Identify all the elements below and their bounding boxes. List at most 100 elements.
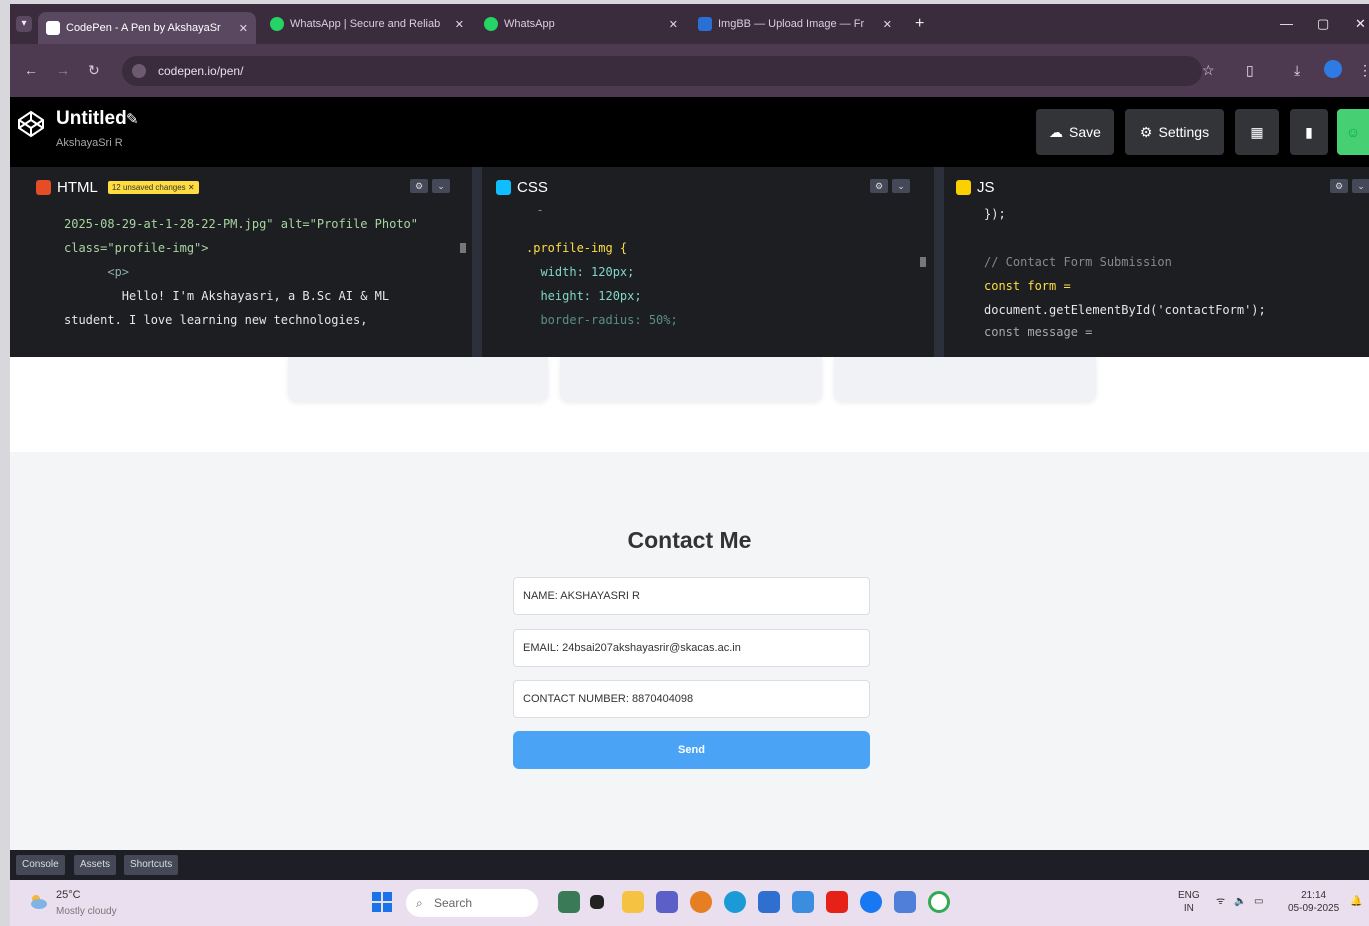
bookmark-button[interactable]: ▮ bbox=[1290, 109, 1328, 155]
pane-resizer[interactable] bbox=[934, 167, 944, 357]
store-app-icon[interactable] bbox=[758, 891, 780, 913]
close-window-button[interactable]: ✕ bbox=[1355, 16, 1366, 32]
input-language[interactable]: ENG IN bbox=[1178, 889, 1200, 915]
weather-condition[interactable]: Mostly cloudy bbox=[56, 906, 117, 917]
tab-codepen[interactable]: CodePen - A Pen by AkshayaSr ✕ bbox=[38, 12, 256, 44]
js-editor-controls: ⚙ ⌄ bbox=[1330, 179, 1369, 193]
tab-close-icon[interactable]: ✕ bbox=[455, 18, 464, 31]
name-field[interactable]: NAME: AKSHAYASRI R bbox=[513, 577, 870, 615]
code-line: border-radius: 50%; bbox=[526, 313, 678, 327]
codepen-footer: Console Assets Shortcuts bbox=[10, 850, 1369, 880]
profile-icon[interactable] bbox=[1324, 60, 1342, 78]
editor-settings-icon[interactable]: ⚙ bbox=[410, 179, 428, 193]
app-shortcut-icon[interactable] bbox=[894, 891, 916, 913]
send-button[interactable]: Send bbox=[513, 731, 870, 769]
copilot-app-icon[interactable] bbox=[690, 891, 712, 913]
save-label: Save bbox=[1069, 124, 1101, 140]
terminal-app-icon[interactable] bbox=[590, 895, 604, 909]
battery-icon[interactable]: ▭ bbox=[1254, 895, 1263, 908]
pen-title[interactable]: Untitled bbox=[56, 108, 127, 130]
site-info-icon[interactable] bbox=[132, 64, 146, 78]
volume-icon[interactable]: 🔈 bbox=[1234, 895, 1246, 908]
pen-author[interactable]: AkshayaSri R bbox=[56, 137, 123, 149]
scrollbar-thumb[interactable] bbox=[920, 257, 926, 267]
info-card bbox=[560, 357, 822, 401]
new-tab-button[interactable]: + bbox=[915, 16, 924, 32]
search-placeholder: Search bbox=[434, 896, 473, 910]
taskbar-search[interactable]: ⌕ Search bbox=[406, 889, 538, 917]
tab-whatsapp-web[interactable]: WhatsApp | Secure and Reliab ✕ bbox=[262, 10, 472, 38]
download-icon[interactable]: ⤓ bbox=[1294, 62, 1300, 79]
tab-title: CodePen - A Pen by AkshayaSr bbox=[66, 22, 221, 34]
settings-label: Settings bbox=[1158, 124, 1210, 140]
chevron-down-icon[interactable]: ⌄ bbox=[432, 179, 450, 193]
chevron-down-icon[interactable]: ⌄ bbox=[892, 179, 910, 193]
maximize-button[interactable]: ▢ bbox=[1317, 16, 1329, 32]
tab-close-icon[interactable]: ✕ bbox=[883, 18, 892, 31]
menu-icon[interactable]: ⋮ bbox=[1358, 62, 1369, 79]
editor-settings-icon[interactable]: ⚙ bbox=[1330, 179, 1348, 193]
notification-bell-icon[interactable]: 🔔 bbox=[1350, 895, 1362, 908]
back-arrow-icon[interactable]: ← bbox=[24, 62, 38, 78]
layout-button[interactable]: ▦ bbox=[1235, 109, 1279, 155]
tab-close-icon[interactable]: ✕ bbox=[239, 22, 248, 35]
contact-heading: Contact Me bbox=[627, 527, 752, 553]
minimize-button[interactable]: — bbox=[1280, 16, 1293, 31]
file-explorer-icon[interactable] bbox=[622, 891, 644, 913]
teams-app-icon[interactable] bbox=[656, 891, 678, 913]
code-line: height: 120px; bbox=[526, 289, 642, 303]
forward-arrow-icon[interactable]: → bbox=[56, 62, 70, 78]
photos-app-icon[interactable] bbox=[558, 891, 580, 913]
scrollbar-thumb[interactable] bbox=[460, 243, 466, 253]
js-editor[interactable]: JS ⚙ ⌄ }); // Contact Form Submission co… bbox=[944, 167, 1369, 357]
user-avatar[interactable]: ☺ bbox=[1337, 109, 1369, 155]
edit-pencil-icon[interactable]: ✎ bbox=[126, 110, 139, 128]
tab-close-icon[interactable]: ✕ bbox=[669, 18, 678, 31]
star-icon[interactable]: ☆ bbox=[1202, 62, 1215, 79]
html-editor[interactable]: HTML 12 unsaved changes ✕ ⚙ ⌄ 2025-08-29… bbox=[10, 167, 472, 357]
code-line: document.getElementById('contactForm'); bbox=[984, 303, 1266, 317]
html-label: HTML bbox=[57, 178, 98, 196]
info-card bbox=[288, 357, 548, 401]
windows-start-icon[interactable] bbox=[372, 892, 392, 912]
clock[interactable]: 21:14 05-09-2025 bbox=[1288, 889, 1339, 915]
reload-icon[interactable]: ↻ bbox=[88, 62, 100, 79]
editor-settings-icon[interactable]: ⚙ bbox=[870, 179, 888, 193]
tab-search-icon[interactable]: ▾ bbox=[16, 16, 32, 32]
weather-cloud-icon[interactable] bbox=[28, 892, 48, 910]
address-bar[interactable]: codepen.io/pen/ bbox=[122, 56, 1202, 86]
console-button[interactable]: Console bbox=[16, 855, 65, 875]
codepen-logo-icon[interactable] bbox=[16, 109, 46, 139]
tab-title: WhatsApp bbox=[504, 18, 555, 30]
tab-whatsapp[interactable]: WhatsApp ✕ bbox=[476, 10, 686, 38]
code-line: const message = bbox=[984, 325, 1093, 339]
html-editor-header: HTML 12 unsaved changes ✕ bbox=[10, 173, 199, 201]
code-line: const form = bbox=[984, 279, 1071, 293]
code-line: student. I love learning new technologie… bbox=[64, 313, 368, 327]
email-field[interactable]: EMAIL: 24bsai207akshayasrir@skacas.ac.in bbox=[513, 629, 870, 667]
css-editor-controls: ⚙ ⌄ bbox=[870, 179, 910, 193]
youtube-app-icon[interactable] bbox=[826, 891, 848, 913]
temperature[interactable]: 25°C bbox=[56, 889, 81, 901]
unsaved-changes-badge[interactable]: 12 unsaved changes ✕ bbox=[107, 180, 199, 194]
windows-taskbar: 25°C Mostly cloudy ⌕ Search ENG IN ᯤ 🔈 ▭ bbox=[10, 880, 1369, 926]
result-preview: Contact Me NAME: AKSHAYASRI R EMAIL: 24b… bbox=[10, 357, 1369, 850]
edge-browser-icon[interactable] bbox=[724, 891, 746, 913]
extensions-icon[interactable]: ▯ bbox=[1246, 62, 1254, 79]
facebook-app-icon[interactable] bbox=[860, 891, 882, 913]
pane-resizer[interactable] bbox=[472, 167, 482, 357]
phone-field[interactable]: CONTACT NUMBER: 8870404098 bbox=[513, 680, 870, 718]
cloud-icon: ☁ bbox=[1049, 123, 1064, 140]
vscode-app-icon[interactable] bbox=[792, 891, 814, 913]
save-button[interactable]: ☁ Save bbox=[1036, 109, 1114, 155]
chevron-down-icon[interactable]: ⌄ bbox=[1352, 179, 1369, 193]
settings-button[interactable]: ⚙ Settings bbox=[1125, 109, 1224, 155]
assets-button[interactable]: Assets bbox=[74, 855, 117, 875]
chrome-browser-icon[interactable] bbox=[928, 891, 950, 913]
tab-imgbb[interactable]: ImgBB — Upload Image — Fr ✕ bbox=[690, 10, 900, 38]
css-editor[interactable]: CSS ⚙ ⌄ - .profile-img { width: 120px; h… bbox=[482, 167, 934, 357]
wifi-icon[interactable]: ᯤ bbox=[1216, 895, 1225, 908]
css-icon bbox=[496, 179, 511, 195]
js-icon bbox=[956, 179, 971, 195]
shortcuts-button[interactable]: Shortcuts bbox=[124, 855, 179, 875]
